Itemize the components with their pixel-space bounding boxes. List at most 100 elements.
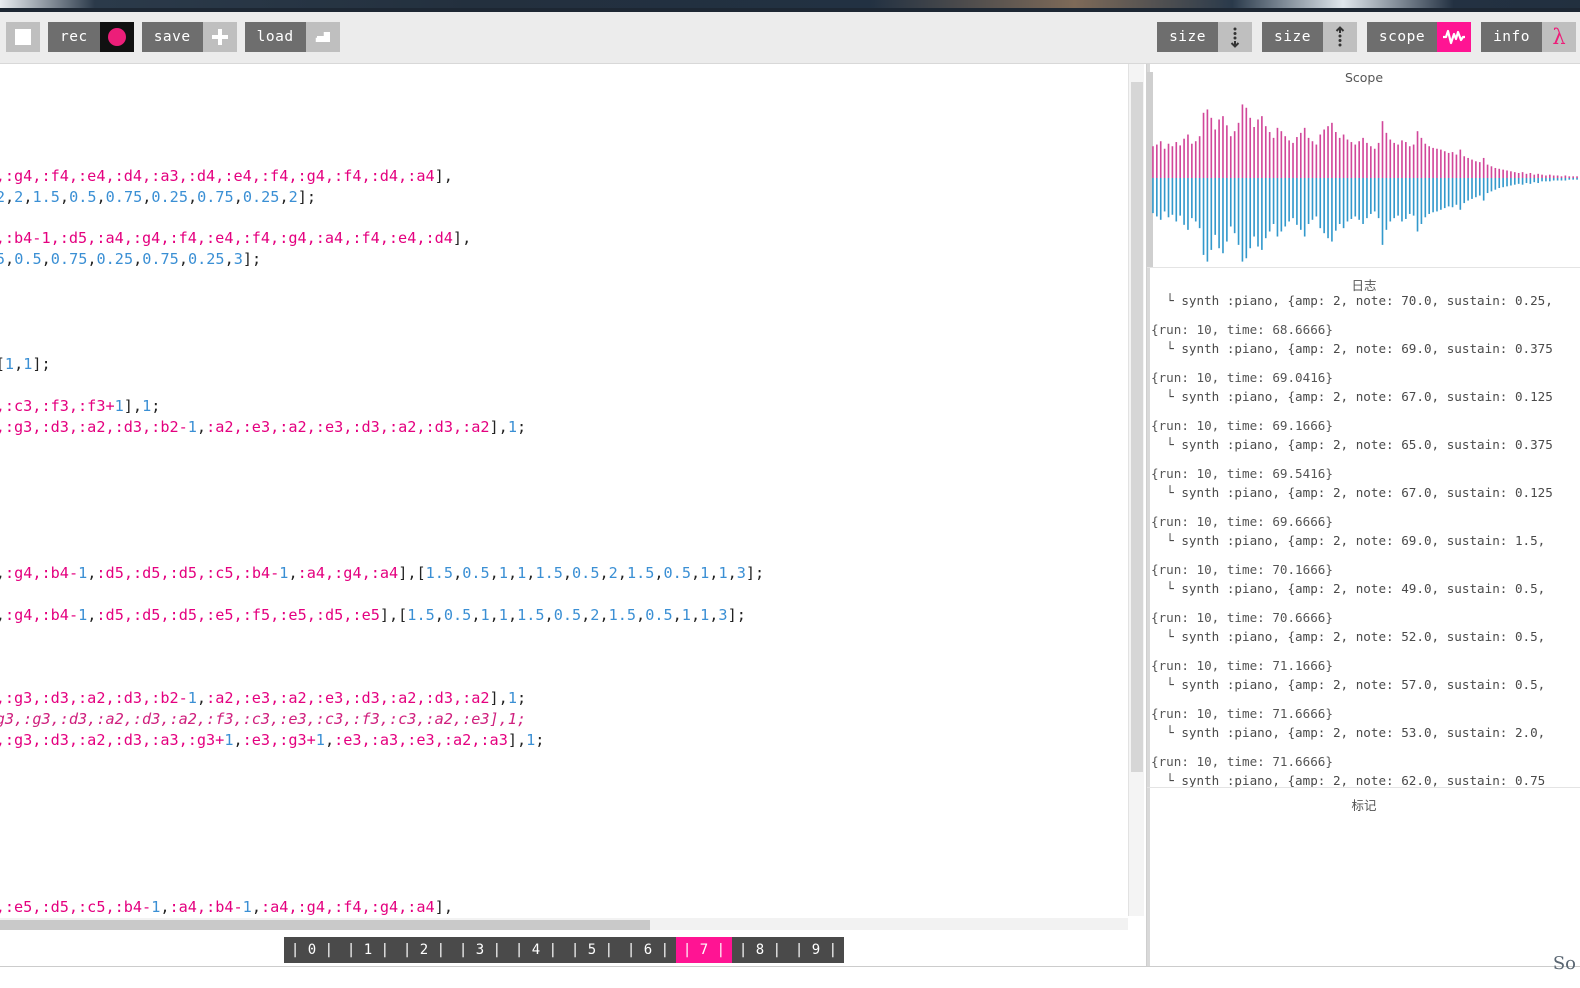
buffer-tab-6[interactable]: | 6 |: [620, 937, 676, 963]
code-line: ;: [0, 814, 764, 835]
scope-bar-top: [1412, 144, 1415, 178]
code-line: pattern_timed [:b4-1,:b4-1,:g4,:b4-1,:d5…: [0, 605, 746, 624]
save-button[interactable]: save: [141, 22, 203, 52]
log-run-header: {run: 10, time: 71.1666}: [1151, 657, 1333, 673]
scope-bar-top: [1517, 172, 1520, 178]
scope-bar-bottom: [1354, 178, 1357, 217]
scope-bar-bottom: [1377, 178, 1380, 219]
buffer-tab-5[interactable]: | 5 |: [564, 937, 620, 963]
buffer-tab-1[interactable]: | 1 |: [340, 937, 396, 963]
scope-bar-top: [1564, 175, 1567, 178]
code-line: 1;: [0, 584, 764, 605]
scope-bar-bottom: [1280, 178, 1283, 232]
scope-bar-top: [1405, 142, 1407, 178]
log-panel[interactable]: 日志 └ synth :piano, {amp: 2, note: 70.0, …: [1147, 269, 1580, 788]
scope-bar-top: [1490, 166, 1493, 178]
record-dot-icon: [107, 28, 126, 46]
scope-button[interactable]: scope: [1366, 22, 1438, 52]
scope-waveform: [1152, 104, 1578, 262]
scope-bar-bottom: [1373, 178, 1376, 212]
log-spacer: [1151, 359, 1580, 368]
scope-bar-bottom: [1416, 178, 1419, 232]
scope-bar-top: [1506, 170, 1508, 178]
status-bar: So: [0, 953, 1580, 988]
scope-bar-top: [1440, 149, 1442, 178]
code-line: pattern_timed [:d3,:e3,:f3,:c3,:f3,:f3+1…: [0, 396, 161, 415]
scope-bar-top: [1537, 173, 1539, 178]
buffer-tab-7[interactable]: | 7 |: [676, 937, 732, 963]
code-line: pattern_timed [:f5,:g5,:f5,:e5,:d5,:c5,:…: [0, 898, 453, 916]
scope-bar-top: [1475, 161, 1477, 178]
load-button[interactable]: load: [244, 22, 306, 52]
scope-bar-top: [1552, 175, 1555, 178]
info-icon-button[interactable]: λ: [1542, 22, 1576, 52]
scope-bar-top: [1510, 171, 1512, 178]
code-text[interactable]: :piano;20;ainpart doad dopattern_timed […: [0, 82, 764, 916]
size-up-icon-button[interactable]: [1322, 22, 1357, 52]
log-run-header: {run: 10, time: 68.6666}: [1151, 321, 1333, 337]
buffer-tab-8[interactable]: | 8 |: [732, 937, 788, 963]
scope-bar-top: [1502, 169, 1504, 178]
code-editor[interactable]: :piano;20;ainpart doad dopattern_timed […: [0, 64, 1128, 916]
buffer-tab-0[interactable]: | 0 |: [284, 937, 340, 963]
code-line: 20;: [0, 103, 764, 124]
scope-bar-bottom: [1229, 178, 1232, 227]
stop-button[interactable]: [6, 22, 40, 52]
rec-button[interactable]: rec: [48, 22, 100, 52]
scope-bar-top: [1296, 137, 1298, 178]
load-icon-button[interactable]: [305, 22, 340, 52]
scope-bar-top: [1478, 162, 1481, 178]
scope-icon-button[interactable]: [1437, 22, 1472, 52]
buffer-tab-2[interactable]: | 2 |: [396, 937, 452, 963]
scope-bar-top: [1467, 157, 1469, 178]
buffer-tab-4[interactable]: | 4 |: [508, 937, 564, 963]
info-button[interactable]: info: [1481, 22, 1542, 52]
scope-bar-bottom: [1529, 178, 1532, 184]
code-line: ad do: [0, 542, 764, 563]
scope-bar-bottom: [1163, 178, 1166, 212]
size-up-button[interactable]: size: [1262, 22, 1323, 52]
scope-bar-top: [1525, 173, 1528, 178]
scope-bar-bottom: [1311, 178, 1314, 220]
editor-vertical-scrollbar[interactable]: [1128, 64, 1144, 916]
scope-bar-bottom: [1319, 178, 1322, 229]
scope-bar-top: [1307, 137, 1310, 178]
scope-bar-bottom: [1408, 178, 1411, 214]
scope-bar-top: [1156, 144, 1158, 178]
save-icon-button[interactable]: [202, 22, 237, 52]
scope-bar-bottom: [1420, 178, 1423, 224]
scope-bar-top: [1362, 137, 1364, 178]
scope-bar-top: [1366, 142, 1368, 178]
plus-icon: [211, 29, 228, 45]
code-line: ad do: [0, 876, 764, 897]
arrow-corner-icon: [315, 32, 330, 42]
rec-indicator[interactable]: [99, 22, 134, 52]
scope-bar-top: [1187, 134, 1189, 178]
scope-bar-bottom: [1194, 178, 1197, 222]
scope-bar-bottom: [1549, 178, 1551, 182]
toolbar-gap: [1357, 22, 1367, 52]
buffer-tab-9[interactable]: | 9 |: [788, 937, 844, 963]
scope-bar-bottom: [1284, 178, 1287, 227]
scope-bar-top: [1323, 129, 1325, 178]
toolbar-gap: [237, 22, 245, 52]
code-line: pattern_timed [:g3,:d3,:g3,:g3,:d3,:a2,:…: [0, 689, 527, 708]
buffer-tab-3[interactable]: | 3 |: [452, 937, 508, 963]
toolbar-right-group: size size scope info λ: [1157, 22, 1576, 52]
size-down-icon-button[interactable]: [1218, 22, 1252, 52]
text-size-decrease-icon: [1230, 27, 1240, 48]
scope-bar-bottom: [1362, 178, 1364, 224]
scope-bar-bottom: [1467, 178, 1469, 201]
scope-bar-top: [1249, 117, 1252, 178]
editor-horizontal-scrollbar-thumb[interactable]: [0, 920, 650, 930]
scope-bar-top: [1428, 146, 1431, 178]
code-line: es do: [0, 333, 764, 354]
scope-bar-bottom: [1288, 178, 1290, 222]
editor-vertical-scrollbar-thumb[interactable]: [1131, 82, 1143, 772]
markers-panel[interactable]: 标记: [1147, 789, 1580, 987]
scope-bar-top: [1354, 144, 1357, 178]
scope-bar-bottom: [1183, 178, 1185, 225]
size-down-button[interactable]: size: [1157, 22, 1218, 52]
scope-bar-top: [1264, 126, 1267, 178]
